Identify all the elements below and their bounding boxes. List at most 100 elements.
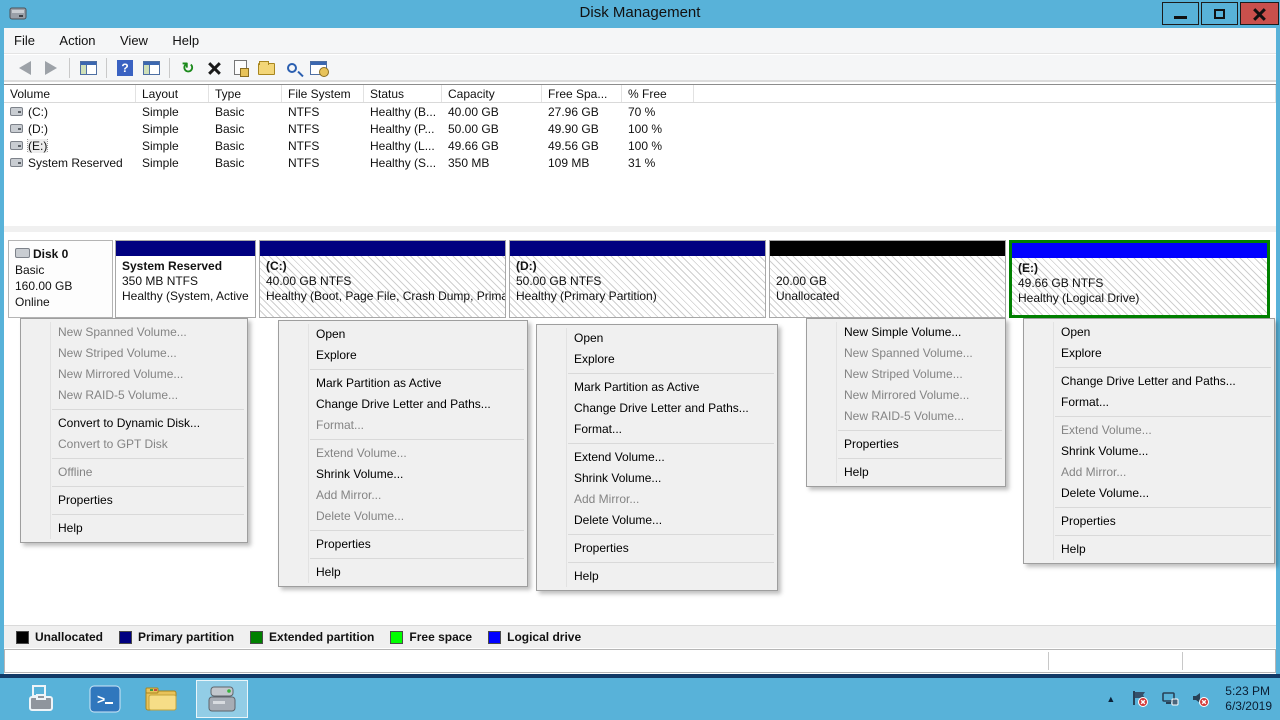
menu-item[interactable]: Delete Volume...	[279, 506, 527, 527]
menu-item[interactable]: Convert to Dynamic Disk...	[21, 413, 247, 434]
menu-item[interactable]: Extend Volume...	[279, 443, 527, 464]
action-center-flag-icon[interactable]	[1131, 690, 1149, 708]
menu-item[interactable]: Format...	[537, 419, 777, 440]
file-explorer-icon[interactable]	[144, 683, 178, 715]
open-folder-icon[interactable]	[255, 58, 277, 78]
menu-item[interactable]: Explore	[279, 345, 527, 366]
show-action-pane-icon[interactable]	[140, 58, 162, 78]
menu-item[interactable]: New Spanned Volume...	[21, 322, 247, 343]
menu-item[interactable]: Convert to GPT Disk	[21, 434, 247, 455]
menu-view[interactable]: View	[110, 28, 158, 53]
menu-item[interactable]: Extend Volume...	[1024, 420, 1274, 441]
menu-item[interactable]: New Striped Volume...	[807, 364, 1005, 385]
show-console-tree-icon[interactable]	[77, 58, 99, 78]
partition-c[interactable]: (C:) 40.00 GB NTFS Healthy (Boot, Page F…	[259, 240, 506, 318]
taskbar-clock[interactable]: 5:23 PM 6/3/2019	[1225, 684, 1272, 714]
network-icon[interactable]	[1161, 690, 1179, 708]
legend-item: Logical drive	[488, 630, 581, 644]
partition-e[interactable]: (E:) 49.66 GB NTFS Healthy (Logical Driv…	[1009, 240, 1270, 318]
disk-management-taskbar-icon[interactable]	[205, 683, 239, 715]
help-icon[interactable]: ?	[114, 58, 136, 78]
close-button[interactable]	[1240, 2, 1279, 25]
show-hidden-icons-icon[interactable]: ▲	[1106, 694, 1115, 704]
properties-icon[interactable]	[229, 58, 251, 78]
table-row[interactable]: (E:) Simple Basic NTFS Healthy (L... 49.…	[4, 137, 1276, 154]
menu-item[interactable]: Help	[279, 562, 527, 583]
disk0-label-panel[interactable]: Disk 0 Basic 160.00 GB Online	[8, 240, 113, 318]
menu-item[interactable]: Change Drive Letter and Paths...	[279, 394, 527, 415]
column-header-percentfree[interactable]: % Free	[622, 85, 694, 102]
menu-help[interactable]: Help	[162, 28, 209, 53]
forward-icon[interactable]	[40, 58, 62, 78]
column-header-layout[interactable]: Layout	[136, 85, 209, 102]
console-options-icon[interactable]	[307, 58, 329, 78]
server-manager-icon[interactable]	[24, 683, 58, 715]
menu-item[interactable]: Add Mirror...	[1024, 462, 1274, 483]
menu-item[interactable]: Change Drive Letter and Paths...	[1024, 371, 1274, 392]
column-header-volume[interactable]: Volume	[4, 85, 136, 102]
maximize-button[interactable]	[1201, 2, 1238, 25]
volume-name: (E:)	[28, 139, 47, 153]
menu-item[interactable]: Offline	[21, 462, 247, 483]
menu-item[interactable]: Explore	[1024, 343, 1274, 364]
menu-item[interactable]: Mark Partition as Active	[537, 377, 777, 398]
table-row[interactable]: (D:) Simple Basic NTFS Healthy (P... 50.…	[4, 120, 1276, 137]
table-row[interactable]: (C:) Simple Basic NTFS Healthy (B... 40.…	[4, 103, 1276, 120]
menu-separator	[310, 558, 524, 559]
refresh-icon[interactable]: ↻	[177, 58, 199, 78]
menu-item[interactable]: Shrink Volume...	[1024, 441, 1274, 462]
menu-item[interactable]: Open	[279, 324, 527, 345]
delete-icon[interactable]	[203, 58, 225, 78]
minimize-button[interactable]	[1162, 2, 1199, 25]
menu-item[interactable]: Delete Volume...	[537, 510, 777, 531]
menu-item[interactable]: Help	[21, 518, 247, 539]
menu-item[interactable]: Properties	[279, 534, 527, 555]
menu-item[interactable]: Change Drive Letter and Paths...	[537, 398, 777, 419]
menu-item[interactable]: Extend Volume...	[537, 447, 777, 468]
powershell-icon[interactable]: >	[88, 683, 122, 715]
menu-item[interactable]: New RAID-5 Volume...	[21, 385, 247, 406]
menu-item[interactable]: Open	[1024, 322, 1274, 343]
menu-item[interactable]: Properties	[1024, 511, 1274, 532]
partition-unallocated[interactable]: 20.00 GB Unallocated	[769, 240, 1006, 318]
menu-item[interactable]: Properties	[21, 490, 247, 511]
menu-item[interactable]: New Mirrored Volume...	[807, 385, 1005, 406]
menu-item[interactable]: Shrink Volume...	[537, 468, 777, 489]
column-header-filesystem[interactable]: File System	[282, 85, 364, 102]
menu-item[interactable]: Add Mirror...	[279, 485, 527, 506]
menu-item[interactable]: Format...	[279, 415, 527, 436]
column-header-status[interactable]: Status	[364, 85, 442, 102]
volume-muted-icon[interactable]	[1191, 690, 1209, 708]
menu-item[interactable]: New Mirrored Volume...	[21, 364, 247, 385]
menu-item[interactable]: Delete Volume...	[1024, 483, 1274, 504]
volume-percentfree: 100 %	[622, 122, 694, 136]
column-header-freespace[interactable]: Free Spa...	[542, 85, 622, 102]
menu-item[interactable]: Format...	[1024, 392, 1274, 413]
menu-action[interactable]: Action	[49, 28, 105, 53]
menu-item[interactable]: Mark Partition as Active	[279, 373, 527, 394]
menu-item[interactable]: New Spanned Volume...	[807, 343, 1005, 364]
menu-file[interactable]: File	[4, 28, 45, 53]
menu-item[interactable]: New Striped Volume...	[21, 343, 247, 364]
menu-item[interactable]: Explore	[537, 349, 777, 370]
menu-item[interactable]: Properties	[807, 434, 1005, 455]
menu-item[interactable]: Help	[1024, 539, 1274, 560]
find-icon[interactable]	[281, 58, 303, 78]
taskbar: > ▲	[0, 678, 1280, 720]
menu-item[interactable]: Help	[537, 566, 777, 587]
menu-item[interactable]: New RAID-5 Volume...	[807, 406, 1005, 427]
legend-swatch	[119, 631, 132, 644]
menu-item[interactable]: New Simple Volume...	[807, 322, 1005, 343]
menu-item[interactable]: Open	[537, 328, 777, 349]
menu-item[interactable]: Add Mirror...	[537, 489, 777, 510]
back-icon[interactable]	[14, 58, 36, 78]
partition-system-reserved[interactable]: System Reserved 350 MB NTFS Healthy (Sys…	[115, 240, 256, 318]
column-header-capacity[interactable]: Capacity	[442, 85, 542, 102]
menu-item[interactable]: Shrink Volume...	[279, 464, 527, 485]
desktop: Disk Management File Action View Help ? …	[0, 0, 1280, 720]
column-header-type[interactable]: Type	[209, 85, 282, 102]
menu-item[interactable]: Properties	[537, 538, 777, 559]
menu-item[interactable]: Help	[807, 462, 1005, 483]
table-row[interactable]: System Reserved Simple Basic NTFS Health…	[4, 154, 1276, 171]
partition-d[interactable]: (D:) 50.00 GB NTFS Healthy (Primary Part…	[509, 240, 766, 318]
